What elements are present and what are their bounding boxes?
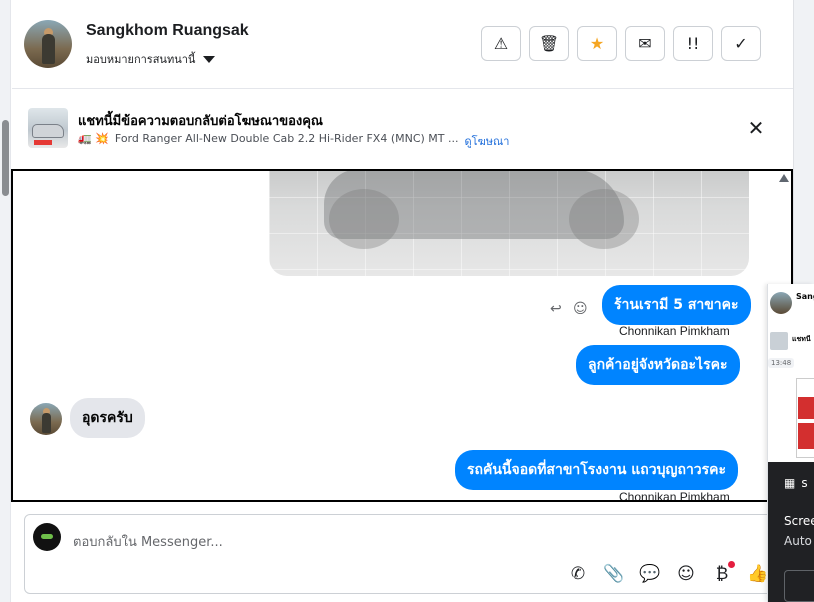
emoji-icon[interactable]: ☺ <box>675 563 697 585</box>
ad-banner-subtitle: 🚛 💥 Ford Ranger All-New Double Cab 2.2 H… <box>78 132 509 150</box>
bitcoin-icon[interactable]: ₿ <box>711 561 735 585</box>
adjacent-window-peek[interactable]: Sangk แชทนี 13:48 ▦s Scree Auto <box>767 284 814 602</box>
app-icon: ▦ <box>784 476 796 490</box>
thumbs-up-icon[interactable]: 👍 <box>747 563 769 585</box>
peek-ad-thumbnail <box>770 332 788 350</box>
warning-icon: ⚠ <box>493 34 509 53</box>
priority-icon: !! <box>686 34 700 53</box>
scroll-up-arrow-icon[interactable] <box>779 174 789 182</box>
mark-done-button[interactable]: ✓ <box>721 26 761 61</box>
left-scrollbar[interactable] <box>0 0 11 602</box>
contact-name[interactable]: Sangkhom Ruangsak <box>86 22 249 40</box>
shared-car-photo[interactable] <box>269 171 749 276</box>
ad-thumbnail[interactable] <box>28 108 68 148</box>
peek-timestamp: 13:48 <box>768 358 795 368</box>
truck-emoji-icon: 🚛 💥 <box>78 132 109 145</box>
chat-bubble-icon[interactable]: 💬 <box>639 563 661 585</box>
header-actions: ⚠ 🗑 ★ ✉ !! ✓ <box>481 26 761 61</box>
peek-name: Sangk <box>796 292 814 301</box>
trash-icon: 🗑 <box>538 34 560 53</box>
call-add-icon[interactable]: ✆ <box>567 563 589 585</box>
toast-line-1: Scree <box>784 514 814 528</box>
peek-snippet: แชทนี <box>792 335 811 343</box>
attach-icon[interactable]: 📎 <box>603 563 625 585</box>
message-thread[interactable]: ↩ ☺ ร้านเรามี 5 สาขาคะ Chonnikan Pimkham… <box>11 169 793 502</box>
react-emoji-icon[interactable]: ☺ <box>573 301 588 317</box>
star-icon: ★ <box>589 34 605 53</box>
assign-conversation-dropdown[interactable]: มอบหมายการสนทนานี้ <box>86 50 216 68</box>
message-composer[interactable]: ตอบกลับใน Messenger... ✆ 📎 💬 ☺ ₿ 👍 <box>24 514 780 594</box>
screenshot-toast[interactable]: ▦s Scree Auto <box>768 462 814 602</box>
assign-label: มอบหมายการสนทนานี้ <box>86 53 196 66</box>
conversation-header: Sangkhom Ruangsak มอบหมายการสนทนานี้ ⚠ 🗑… <box>12 0 793 89</box>
follow-up-button[interactable]: !! <box>673 26 713 61</box>
contact-avatar-small[interactable] <box>30 403 62 435</box>
page-avatar <box>33 523 61 551</box>
message-sender-name: Chonnikan Pimkham <box>619 490 730 502</box>
reply-icon[interactable]: ↩ <box>550 301 562 317</box>
ad-banner-title: แชทนี้มีข้อความตอบกลับต่อโฆษณาของคุณ <box>78 114 323 129</box>
check-icon: ✓ <box>734 34 748 53</box>
peek-avatar <box>770 292 792 314</box>
contact-avatar[interactable] <box>24 20 72 68</box>
peek-image <box>796 378 814 458</box>
reply-input[interactable]: ตอบกลับใน Messenger... <box>73 531 223 552</box>
envelope-open-icon: ✉ <box>638 34 652 53</box>
star-button[interactable]: ★ <box>577 26 617 61</box>
view-ad-link[interactable]: ดูโฆษณา <box>465 132 510 150</box>
message-bubble-incoming[interactable]: อุดรครับ <box>70 398 145 438</box>
toast-line-2: Auto <box>784 534 812 548</box>
ad-reply-banner: แชทนี้มีข้อความตอบกลับต่อโฆษณาของคุณ 🚛 💥… <box>12 90 793 168</box>
notification-dot <box>728 561 735 568</box>
ad-name: Ford Ranger All-New Double Cab 2.2 Hi-Ri… <box>114 132 459 145</box>
message-bubble-outgoing[interactable]: รถคันนี้จอดที่สาขาโรงงาน แถวบุญถาวรคะ <box>455 450 739 490</box>
close-icon[interactable]: ✕ <box>746 118 766 138</box>
message-bubble-outgoing[interactable]: ร้านเรามี 5 สาขาคะ <box>602 285 751 325</box>
report-spam-button[interactable]: ⚠ <box>481 26 521 61</box>
message-bubble-outgoing[interactable]: ลูกค้าอยู่จังหวัดอะไรคะ <box>576 345 740 385</box>
delete-button[interactable]: 🗑 <box>529 26 569 61</box>
messenger-inbox-window: Sangkhom Ruangsak มอบหมายการสนทนานี้ ⚠ 🗑… <box>0 0 814 602</box>
message-sender-name: Chonnikan Pimkham <box>619 324 730 338</box>
composer-toolbar: ✆ 📎 💬 ☺ ₿ 👍 <box>567 561 769 585</box>
left-scrollbar-thumb[interactable] <box>2 120 9 196</box>
toast-button[interactable] <box>784 570 814 602</box>
mark-unread-button[interactable]: ✉ <box>625 26 665 61</box>
caret-down-icon <box>203 55 216 63</box>
